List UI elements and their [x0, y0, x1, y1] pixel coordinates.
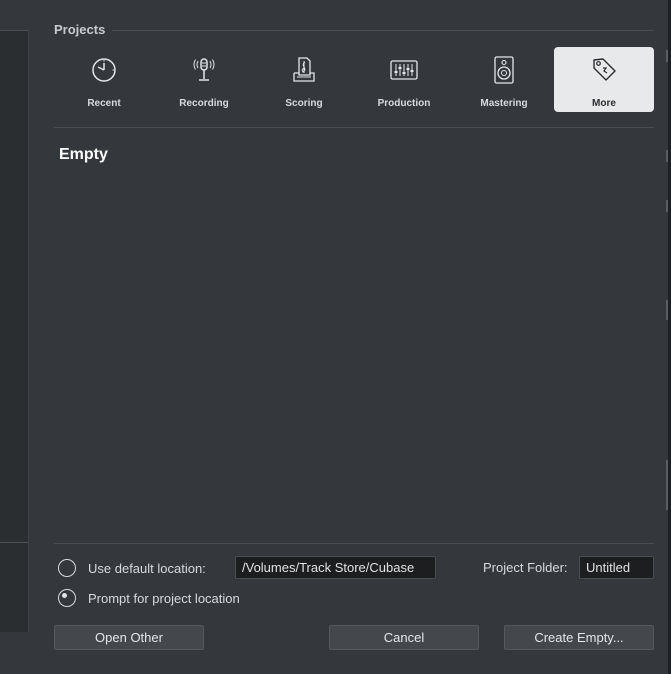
project-folder-label: Project Folder: [483, 560, 568, 575]
open-other-button[interactable]: Open Other [54, 625, 204, 650]
prompt-location-label: Prompt for project location [88, 590, 240, 606]
tab-recent[interactable]: Recent [54, 47, 154, 112]
section-divider [112, 30, 654, 31]
tab-label: Production [377, 98, 431, 109]
tab-label: More [592, 98, 616, 109]
sheet-music-icon [293, 57, 315, 82]
project-folder-field[interactable] [579, 556, 654, 579]
tabs-divider [54, 127, 654, 128]
left-top-divider [0, 30, 28, 31]
tab-recording[interactable]: Recording [154, 47, 254, 112]
tab-label: Recording [179, 98, 229, 109]
prompt-location-radio[interactable] [58, 589, 76, 607]
tab-more[interactable]: More [554, 47, 654, 112]
tag-icon [593, 58, 616, 81]
create-empty-button[interactable]: Create Empty... [504, 625, 654, 650]
edge-mark [666, 200, 668, 212]
category-tabs: Recent Recording Scoring Production Mast… [54, 47, 654, 112]
clock-icon [92, 58, 116, 82]
tab-scoring[interactable]: Scoring [254, 47, 354, 112]
edge-mark [666, 300, 668, 320]
left-pane [0, 30, 29, 632]
left-pane-divider [0, 542, 28, 543]
projects-section-title: Projects [54, 22, 106, 37]
default-location-label: Use default location: [88, 560, 206, 576]
tab-label: Scoring [285, 98, 323, 109]
microphone-icon [193, 58, 215, 81]
speaker-icon [494, 56, 514, 84]
use-default-location-option[interactable]: Use default location: [58, 559, 206, 577]
options-divider [54, 543, 654, 544]
prompt-location-option[interactable]: Prompt for project location [58, 589, 240, 607]
edge-mark [666, 150, 668, 162]
tab-mastering[interactable]: Mastering [454, 47, 554, 112]
cancel-button[interactable]: Cancel [329, 625, 479, 650]
edge-mark [666, 50, 668, 62]
default-location-radio[interactable] [58, 559, 76, 577]
tab-label: Recent [87, 98, 121, 109]
tab-production[interactable]: Production [354, 47, 454, 112]
project-assistant-window: Projects Recent Recording Scoring Produc… [0, 0, 671, 674]
content-title: Empty [59, 146, 108, 163]
edge-mark [666, 460, 668, 510]
default-location-path-field[interactable] [235, 556, 436, 579]
tab-label: Mastering [480, 98, 528, 109]
mixer-icon [390, 60, 418, 80]
